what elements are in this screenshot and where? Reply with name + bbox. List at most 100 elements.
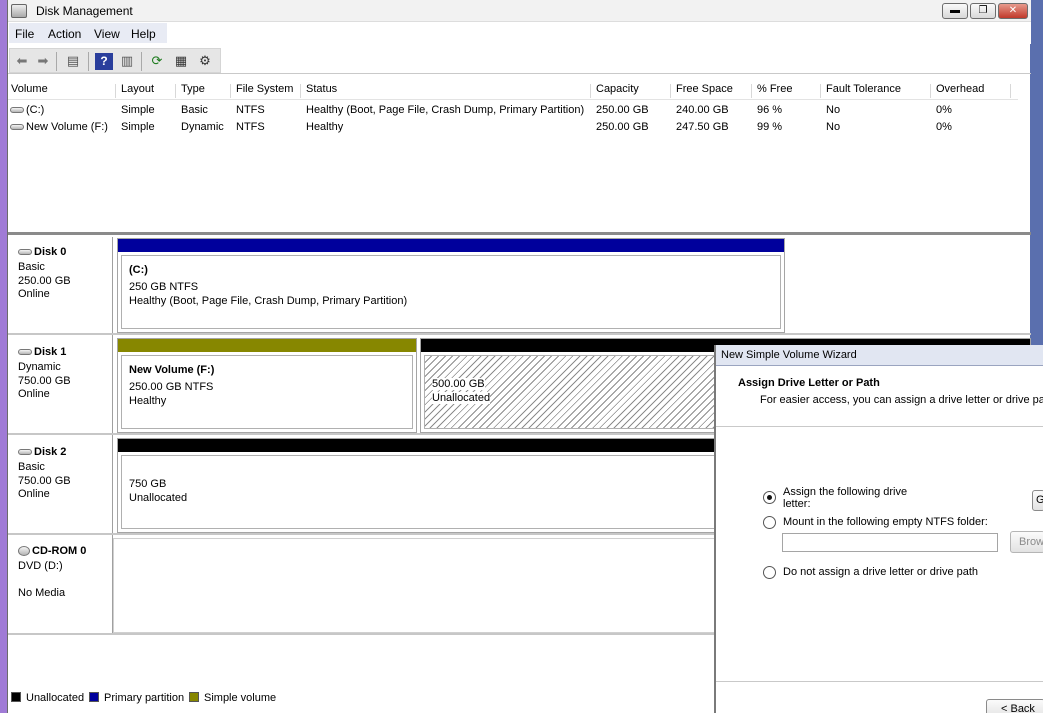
- cell-capacity: 250.00 GB: [596, 121, 649, 133]
- menu-help[interactable]: Help: [131, 27, 156, 41]
- partition-status: Healthy: [129, 395, 167, 407]
- no-letter-label[interactable]: Do not assign a drive letter or drive pa…: [783, 566, 978, 578]
- cell-fault-tolerance: No: [826, 121, 841, 133]
- column-divider: [930, 84, 931, 98]
- wizard-title-bar[interactable]: New Simple Volume Wizard: [716, 345, 1043, 366]
- menu-action[interactable]: Action: [48, 27, 81, 41]
- mount-folder-label[interactable]: Mount in the following empty NTFS folder…: [783, 516, 988, 528]
- column-header-capacity[interactable]: Capacity: [596, 83, 639, 95]
- back-arrow-icon[interactable]: ⬅: [13, 53, 31, 70]
- column-header-percent-free[interactable]: % Free: [757, 83, 792, 95]
- simple-volume-bar: [118, 339, 416, 352]
- cell-percent-free: 96 %: [757, 104, 783, 116]
- disk-1-label[interactable]: Disk 1 Dynamic 750.00 GB Online: [8, 335, 113, 433]
- cell-overhead: 0%: [936, 104, 952, 116]
- help-icon[interactable]: ?: [95, 53, 113, 70]
- disk-state: Online: [18, 488, 50, 500]
- assign-letter-label[interactable]: Assign the following drive letter:: [783, 486, 923, 510]
- console-tree-icon[interactable]: ▤: [64, 53, 82, 70]
- disk-icon: [18, 449, 32, 456]
- column-divider: [670, 84, 671, 98]
- cell-percent-free: 99 %: [757, 121, 783, 133]
- volume-disk-icon: [10, 124, 24, 131]
- partition-size: 250 GB NTFS: [129, 281, 199, 293]
- disk-state: No Media: [18, 587, 66, 599]
- pane-splitter[interactable]: [8, 232, 1031, 235]
- cell-layout: Simple: [121, 104, 155, 116]
- cell-status: Healthy: [306, 121, 344, 133]
- wizard-footer-divider: [716, 681, 1043, 682]
- column-header-file-system[interactable]: File System: [236, 83, 293, 95]
- partition-status: Healthy (Boot, Page File, Crash Dump, Pr…: [129, 295, 408, 307]
- disk-icon: [18, 349, 32, 356]
- disk-state: Online: [18, 388, 50, 400]
- drive-letter-select[interactable]: G: [1032, 490, 1043, 511]
- title-bar: Disk Management ▬ ❐ ✕: [8, 0, 1031, 22]
- settings-icon[interactable]: ⚙: [196, 53, 214, 70]
- column-header-overhead[interactable]: Overhead: [936, 83, 984, 95]
- wizard-header-divider: [716, 426, 1043, 427]
- show-hide-pane-icon[interactable]: ▥: [118, 53, 136, 70]
- assign-letter-radio[interactable]: [763, 491, 776, 504]
- partition-f[interactable]: New Volume (F:) 250.00 GB NTFS Healthy: [117, 338, 417, 433]
- column-header-free-space[interactable]: Free Space: [676, 83, 733, 95]
- disk-type: Basic: [18, 461, 45, 473]
- refresh-icon[interactable]: ⟳: [148, 53, 166, 70]
- window-title: Disk Management: [36, 4, 133, 18]
- column-header-layout[interactable]: Layout: [121, 83, 154, 95]
- disk-management-app-icon: [11, 4, 27, 18]
- forward-arrow-icon[interactable]: ➡: [34, 53, 52, 70]
- menu-file[interactable]: File: [15, 27, 34, 41]
- cell-file-system: NTFS: [236, 104, 265, 116]
- legend-label: Unallocated: [26, 692, 85, 704]
- cell-type: Basic: [181, 104, 208, 116]
- cell-layout: Simple: [121, 121, 155, 133]
- cell-type: Dynamic: [181, 121, 224, 133]
- minimize-button[interactable]: ▬: [942, 3, 968, 19]
- partition-c[interactable]: (C:) 250 GB NTFS Healthy (Boot, Page Fil…: [117, 238, 785, 333]
- cdrom-0-label[interactable]: CD-ROM 0 DVD (D:) No Media: [8, 535, 113, 633]
- column-header-type[interactable]: Type: [181, 83, 205, 95]
- wizard-subheading: For easier access, you can assign a driv…: [760, 394, 1043, 406]
- cell-status: Healthy (Boot, Page File, Crash Dump, Pr…: [306, 104, 585, 116]
- disk-size: 750.00 GB: [18, 375, 71, 387]
- no-letter-radio[interactable]: [763, 566, 776, 579]
- menu-view[interactable]: View: [94, 27, 120, 41]
- back-button[interactable]: < Back: [986, 699, 1043, 713]
- disk-type: Basic: [18, 261, 45, 273]
- wizard-title: New Simple Volume Wizard: [721, 349, 857, 361]
- disk-type: Dynamic: [18, 361, 61, 373]
- column-header-status[interactable]: Status: [306, 83, 337, 95]
- table-row[interactable]: (C:): [10, 104, 44, 116]
- disk-icon: [18, 249, 32, 256]
- properties-icon[interactable]: ▦: [172, 53, 190, 70]
- volume-list: Volume Layout Type File System Status Ca…: [8, 80, 1031, 232]
- table-row[interactable]: New Volume (F:): [10, 121, 108, 133]
- disk-0-label[interactable]: Disk 0 Basic 250.00 GB Online: [8, 237, 113, 333]
- disk-name: CD-ROM 0: [32, 545, 87, 557]
- toolbar-separator: [88, 52, 89, 71]
- wizard-heading: Assign Drive Letter or Path: [738, 377, 880, 389]
- primary-partition-bar: [118, 239, 784, 252]
- partition-title: New Volume (F:): [129, 364, 215, 376]
- toolbar: ⬅ ➡ ▤ ? ▥ ⟳ ▦ ⚙: [8, 46, 1031, 74]
- maximize-button[interactable]: ❐: [970, 3, 996, 19]
- column-header-fault-tolerance[interactable]: Fault Tolerance: [826, 83, 901, 95]
- browse-button[interactable]: Brow: [1010, 531, 1043, 553]
- column-header-volume[interactable]: Volume: [11, 83, 48, 95]
- disk-2-label[interactable]: Disk 2 Basic 750.00 GB Online: [8, 435, 113, 533]
- disk-name: Disk 0: [34, 246, 67, 258]
- mount-folder-radio[interactable]: [763, 516, 776, 529]
- folder-path-input[interactable]: [782, 533, 998, 552]
- toolbar-group: ⬅ ➡ ▤ ? ▥ ⟳ ▦ ⚙: [9, 48, 221, 73]
- column-divider: [115, 84, 116, 98]
- disk-size: 250.00 GB: [18, 275, 71, 287]
- legend-swatch-primary: [89, 692, 99, 702]
- partition-size: 750 GB: [129, 478, 167, 490]
- legend-label: Primary partition: [104, 692, 185, 704]
- disk-type: DVD (D:): [18, 560, 63, 572]
- disk-state: Online: [18, 288, 50, 300]
- column-divider: [300, 84, 301, 98]
- cell-capacity: 250.00 GB: [596, 104, 649, 116]
- close-button[interactable]: ✕: [998, 3, 1028, 19]
